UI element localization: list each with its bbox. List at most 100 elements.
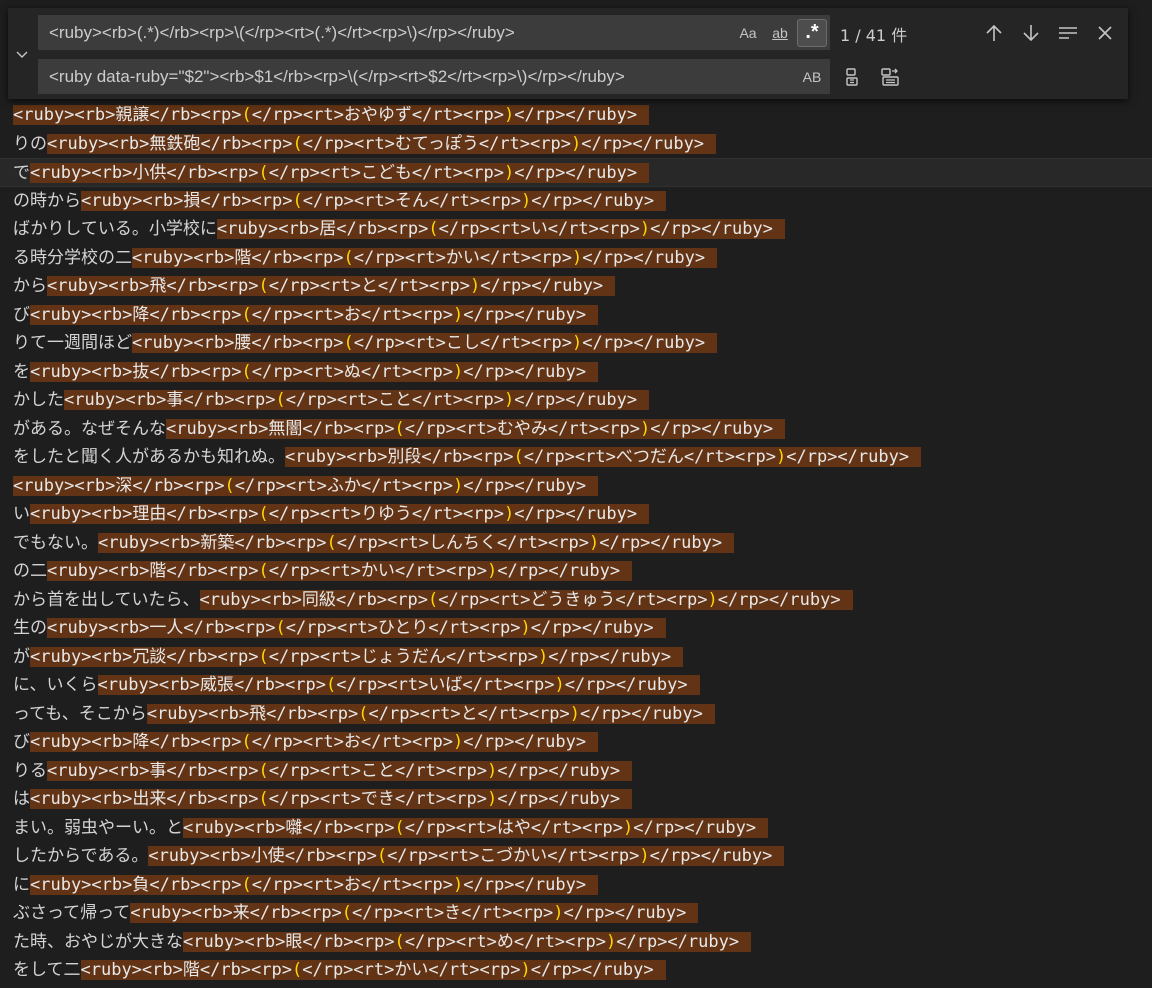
code-line[interactable]: かした<ruby><rb>事</rb><rp>(</rp><rt>こと</rt>… — [0, 386, 1152, 415]
previous-match-button[interactable] — [980, 19, 1008, 47]
markup-tag: </rt><rp> — [428, 618, 521, 638]
code-line[interactable]: の二<ruby><rb>階</rb><rp>(</rp><rt>かい</rt><… — [0, 557, 1152, 586]
markup-tag: <ruby><rb> — [199, 589, 302, 610]
whole-word-toggle[interactable]: ab — [765, 19, 795, 47]
paren-char: ) — [520, 618, 531, 638]
paren-char: ( — [325, 675, 337, 695]
line-prefix-text: りの — [13, 133, 47, 154]
code-line[interactable]: まい。弱虫やーい。と<ruby><rb>囃</rb><rp>(</rp><rt>… — [0, 814, 1152, 843]
markup-tag: <ruby><rb> — [166, 418, 269, 439]
code-line[interactable]: の時から<ruby><rb>損</rb><rp>(</rp><rt>そん</rt… — [0, 187, 1152, 216]
code-line[interactable]: た時、おやじが大きな<ruby><rb>眼</rb><rp>(</rp><rt>… — [0, 928, 1152, 957]
code-line[interactable]: い<ruby><rb>理由</rb><rp>(</rp><rt>りゆう</rt>… — [0, 500, 1152, 529]
markup-tag: </rt><rp> — [683, 447, 776, 467]
paren-char: ) — [639, 846, 650, 866]
ruby-base-text: 小使 — [250, 846, 285, 866]
markup-tag: </rp></ruby> — [531, 190, 655, 211]
regex-toggle[interactable]: .* — [797, 18, 827, 47]
markup-tag: <ruby><rb> — [216, 219, 320, 239]
markup-tag: <ruby><rb> — [146, 703, 250, 724]
markup-tag: </rp><rt> — [353, 247, 446, 268]
code-line[interactable]: ぶさって帰って<ruby><rb>来</rb><rp>(</rp><rt>き</… — [0, 899, 1152, 928]
close-find-button[interactable] — [1091, 19, 1119, 47]
search-match-highlight: <ruby><rb>来</rb><rp>(</rp><rt>き</rt><rp>… — [130, 903, 699, 923]
code-line[interactable]: る時分学校の二<ruby><rb>階</rb><rp>(</rp><rt>かい<… — [0, 244, 1152, 273]
line-prefix-text: っても、そこから — [13, 703, 147, 724]
code-line[interactable]: でもない。<ruby><rb>新築</rb><rp>(</rp><rt>しんちく… — [0, 529, 1152, 558]
code-line[interactable]: っても、そこから<ruby><rb>飛</rb><rp>(</rp><rt>と<… — [0, 700, 1152, 729]
code-line[interactable]: <ruby><rb>親譲</rb><rp>(</rp><rt>おやゆず</rt>… — [0, 101, 1152, 130]
markup-tag: </rp></ruby> — [633, 817, 757, 838]
markup-tag: </rt><rp> — [394, 789, 487, 809]
find-input[interactable]: <ruby><rb>(.*)</rb><rp>\(</rp><rt>(.*)</… — [38, 15, 830, 50]
code-line[interactable]: に<ruby><rb>負</rb><rp>(</rp><rt>お</rt><rp… — [0, 871, 1152, 900]
code-line[interactable]: をしたと聞く人があるかも知れぬ。<ruby><rb>別段</rb><rp>(</… — [0, 443, 1152, 472]
markup-tag: <ruby><rb> — [13, 105, 116, 125]
code-line[interactable]: び<ruby><rb>降</rb><rp>(</rp><rt>お</rt><rp… — [0, 728, 1152, 757]
next-match-button[interactable] — [1017, 19, 1045, 47]
code-line[interactable]: で<ruby><rb>小供</rb><rp>(</rp><rt>こども</rt>… — [0, 158, 1152, 187]
code-line[interactable]: をして二<ruby><rb>階</rb><rp>(</rp><rt>かい</rt… — [0, 956, 1152, 985]
replace-input[interactable]: <ruby data-ruby="$2"><rb>$1</rb><rp>\(</… — [38, 59, 830, 94]
code-line[interactable]: に、いくら<ruby><rb>威張</rb><rp>(</rp><rt>いば</… — [0, 671, 1152, 700]
code-line[interactable]: から<ruby><rb>飛</rb><rp>(</rp><rt>と</rt><r… — [0, 272, 1152, 301]
markup-tag: </rp></ruby> — [582, 247, 706, 268]
markup-tag: </rt><rp> — [477, 703, 570, 724]
code-line[interactable]: がある。なぜそんな<ruby><rb>無闇</rb><rp>(</rp><rt>… — [0, 415, 1152, 444]
line-prefix-text: 生の — [13, 618, 47, 638]
markup-tag: </rp><rt> — [268, 760, 361, 781]
markup-tag: <ruby><rb> — [30, 304, 133, 325]
line-prefix-text: が — [13, 646, 30, 667]
markup-tag: <ruby><rb> — [183, 931, 286, 952]
paren-char: ( — [343, 333, 354, 353]
code-line[interactable]: りて一週間ほど<ruby><rb>腰</rb><rp>(</rp><rt>こし<… — [0, 329, 1152, 358]
match-case-toggle[interactable]: Aa — [733, 19, 763, 47]
ruby-base-text: 一人 — [149, 618, 184, 638]
find-in-selection-button[interactable] — [1054, 19, 1082, 47]
paren-char: ) — [503, 105, 515, 125]
code-line[interactable]: は<ruby><rb>出来</rb><rp>(</rp><rt>でき</rt><… — [0, 785, 1152, 814]
markup-tag: </rb><rp> — [183, 618, 276, 638]
markup-tag: </rp><rt> — [302, 133, 395, 154]
find-in-selection-icon — [1059, 27, 1077, 39]
code-line[interactable]: <ruby><rb>深</rb><rp>(</rp><rt>ふか</rt><rp… — [0, 472, 1152, 501]
search-match-highlight: <ruby><rb>小供</rb><rp>(</rp><rt>こども</rt><… — [30, 163, 650, 183]
markup-tag: </rp></ruby> — [599, 532, 723, 553]
code-line[interactable]: から首を出していたら、<ruby><rb>同級</rb><rp>(</rp><r… — [0, 586, 1152, 615]
markup-tag: <ruby><rb> — [148, 846, 251, 866]
find-replace-widget: <ruby><rb>(.*)</rb><rp>\(</rp><rt>(.*)</… — [8, 8, 1128, 99]
search-match-highlight: <ruby><rb>冗談</rb><rp>(</rp><rt>じょうだん</rt… — [30, 646, 684, 667]
ruby-text: お — [343, 874, 361, 895]
markup-tag: </rt><rp> — [377, 276, 470, 296]
code-line[interactable]: ばかりしている。小学校に<ruby><rb>居</rb><rp>(</rp><r… — [0, 215, 1152, 244]
replace-all-button[interactable] — [876, 63, 904, 91]
markup-tag: </rp></ruby> — [581, 133, 705, 154]
ruby-base-text: 眼 — [285, 931, 303, 952]
editor[interactable]: <ruby><rb>親譲</rb><rp>(</rp><rt>おやゆず</rt>… — [0, 0, 1152, 988]
code-line[interactable]: りの<ruby><rb>無鉄砲</rb><rp>(</rp><rt>むてっぽう<… — [0, 130, 1152, 159]
code-line[interactable]: を<ruby><rb>抜</rb><rp>(</rp><rt>ぬ</rt><rp… — [0, 358, 1152, 387]
markup-tag: </rp></ruby> — [564, 675, 688, 695]
markup-tag: </rt><rp> — [360, 361, 453, 382]
search-match-highlight: <ruby><rb>同級</rb><rp>(</rp><rt>どうきゅう</rt… — [199, 589, 853, 610]
markup-tag: <ruby><rb> — [97, 675, 200, 695]
markup-tag: </rp></ruby> — [514, 105, 638, 125]
code-line[interactable]: りる<ruby><rb>事</rb><rp>(</rp><rt>こと</rt><… — [0, 757, 1152, 786]
markup-tag: </rb><rp> — [302, 931, 395, 952]
markup-tag: </rp></ruby> — [650, 418, 774, 439]
code-line[interactable]: 生の<ruby><rb>一人</rb><rp>(</rp><rt>ひとり</rt… — [0, 614, 1152, 643]
code-line[interactable]: び<ruby><rb>降</rb><rp>(</rp><rt>お</rt><rp… — [0, 301, 1152, 330]
replace-button[interactable] — [838, 63, 866, 91]
markup-tag: </rp><rt> — [336, 675, 429, 695]
markup-tag: </rp><rt> — [268, 646, 361, 667]
markup-tag: </rt><rp> — [547, 219, 640, 239]
preserve-case-toggle[interactable]: AB — [797, 63, 827, 91]
markup-tag: <ruby><rb> — [30, 874, 133, 895]
code-line[interactable]: したからである。<ruby><rb>小使</rb><rp>(</rp><rt>こ… — [0, 842, 1152, 871]
toggle-replace-button[interactable] — [8, 8, 36, 99]
line-prefix-text: をして二 — [13, 960, 81, 980]
markup-tag: <ruby><rb> — [47, 618, 150, 638]
code-line[interactable]: が<ruby><rb>冗談</rb><rp>(</rp><rt>じょうだん</r… — [0, 643, 1152, 672]
markup-tag: </rb><rp> — [166, 561, 259, 581]
markup-tag: </rp><rt> — [352, 903, 445, 923]
